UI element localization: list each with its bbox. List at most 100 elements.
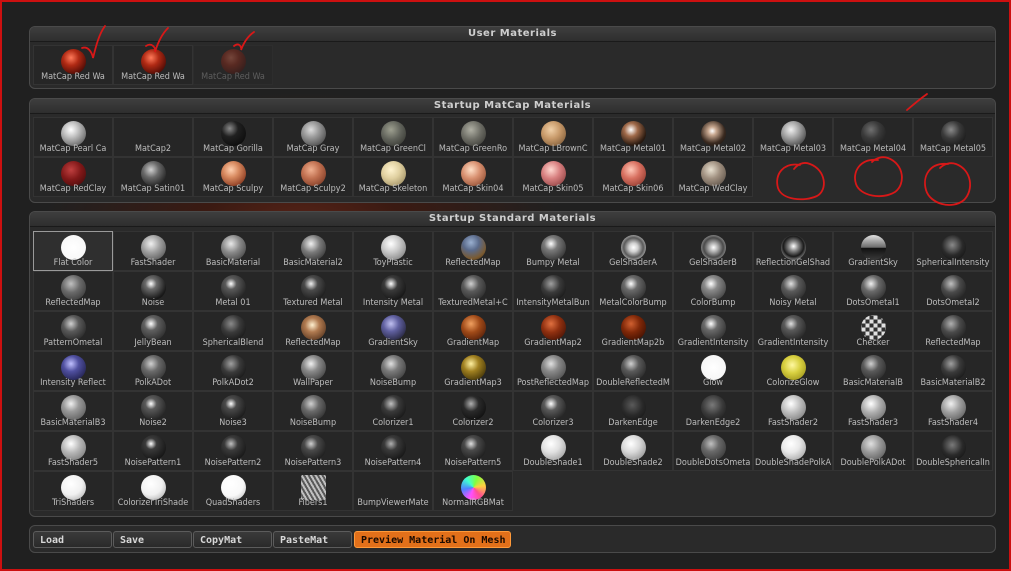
material-slot-matcap-skin05[interactable]: MatCap Skin05 xyxy=(513,157,593,197)
material-slot-quadshaders[interactable]: QuadShaders xyxy=(193,471,273,511)
material-slot-metal-01[interactable]: Metal 01 xyxy=(193,271,273,311)
material-slot-noisy-metal[interactable]: Noisy Metal xyxy=(753,271,833,311)
material-slot-jellybean[interactable]: JellyBean xyxy=(113,311,193,351)
material-slot-patternometal[interactable]: PatternOmetal xyxy=(33,311,113,351)
material-slot-gradientmap2[interactable]: GradientMap2 xyxy=(513,311,593,351)
material-slot-fibers1[interactable]: Fibers1 xyxy=(273,471,353,511)
material-slot-fastshader[interactable]: FastShader xyxy=(113,231,193,271)
material-slot-colorizer1[interactable]: Colorizer1 xyxy=(353,391,433,431)
material-slot-basicmaterial2[interactable]: BasicMaterial2 xyxy=(273,231,353,271)
material-slot-noisepattern5[interactable]: NoisePattern5 xyxy=(433,431,513,471)
material-slot-matcap-skin04[interactable]: MatCap Skin04 xyxy=(433,157,513,197)
material-slot-gradientmap2b[interactable]: GradientMap2b xyxy=(593,311,673,351)
material-slot-matcap-gray[interactable]: MatCap Gray xyxy=(273,117,353,157)
material-slot-textured-metal[interactable]: Textured Metal xyxy=(273,271,353,311)
material-slot-trishaders[interactable]: TriShaders xyxy=(33,471,113,511)
material-slot-matcap-redclay[interactable]: MatCap RedClay xyxy=(33,157,113,197)
material-slot-matcap-red-wa[interactable]: MatCap Red Wa xyxy=(113,45,193,85)
material-slot-bumpy-metal[interactable]: Bumpy Metal xyxy=(513,231,593,271)
material-slot-darkenedge[interactable]: DarkenEdge xyxy=(593,391,673,431)
material-slot-intensitymetalbun[interactable]: IntensityMetalBun xyxy=(513,271,593,311)
material-slot-noisebump[interactable]: NoiseBump xyxy=(273,391,353,431)
material-slot-dotsometal2[interactable]: DotsOmetal2 xyxy=(913,271,993,311)
material-slot-metalcolorbump[interactable]: MetalColorBump xyxy=(593,271,673,311)
material-slot-colorizer3[interactable]: Colorizer3 xyxy=(513,391,593,431)
material-slot-matcap-red-wa[interactable]: MatCap Red Wa xyxy=(193,45,273,85)
preview-material-on-mesh-button[interactable]: Preview Material On Mesh xyxy=(354,531,511,548)
material-slot-matcap-satin01[interactable]: MatCap Satin01 xyxy=(113,157,193,197)
material-slot-matcap-wedclay[interactable]: MatCap WedClay xyxy=(673,157,753,197)
material-slot-gradientsky[interactable]: GradientSky xyxy=(353,311,433,351)
material-slot-noise2[interactable]: Noise2 xyxy=(113,391,193,431)
material-slot-matcap-red-wa[interactable]: MatCap Red Wa xyxy=(33,45,113,85)
material-slot-colorizertrishade[interactable]: ColorizerTriShade xyxy=(113,471,193,511)
material-slot-fastshader4[interactable]: FastShader4 xyxy=(913,391,993,431)
material-slot-doubleshade2[interactable]: DoubleShade2 xyxy=(593,431,673,471)
material-slot-basicmaterialb3[interactable]: BasicMaterialB3 xyxy=(33,391,113,431)
material-slot-checker[interactable]: Checker xyxy=(833,311,913,351)
material-slot-noisepattern3[interactable]: NoisePattern3 xyxy=(273,431,353,471)
material-slot-doubledotsometa[interactable]: DoubleDotsOmeta xyxy=(673,431,753,471)
material-slot-doublesphericalin[interactable]: DoubleSphericalIn xyxy=(913,431,993,471)
material-slot-matcap-sculpy[interactable]: MatCap Sculpy xyxy=(193,157,273,197)
material-slot-noise[interactable]: Noise xyxy=(113,271,193,311)
material-slot-intensity-reflect[interactable]: Intensity Reflect xyxy=(33,351,113,391)
material-slot-postreflectedmap[interactable]: PostReflectedMap xyxy=(513,351,593,391)
material-slot-fastshader2[interactable]: FastShader2 xyxy=(753,391,833,431)
material-slot-fastshader5[interactable]: FastShader5 xyxy=(33,431,113,471)
material-slot-noisebump[interactable]: NoiseBump xyxy=(353,351,433,391)
material-slot-fastshader3[interactable]: FastShader3 xyxy=(833,391,913,431)
paste-material-button[interactable]: PasteMat xyxy=(273,531,352,548)
material-slot-gradientmap[interactable]: GradientMap xyxy=(433,311,513,351)
material-slot-wallpaper[interactable]: WallPaper xyxy=(273,351,353,391)
material-slot-noisepattern4[interactable]: NoisePattern4 xyxy=(353,431,433,471)
material-slot-colorizer2[interactable]: Colorizer2 xyxy=(433,391,513,431)
material-slot-doubleshadepolka[interactable]: DoubleShadePolkA xyxy=(753,431,833,471)
material-slot-polkadot2[interactable]: PolkADot2 xyxy=(193,351,273,391)
material-slot-matcap-lbrownc[interactable]: MatCap LBrownC xyxy=(513,117,593,157)
material-slot-noisepattern2[interactable]: NoisePattern2 xyxy=(193,431,273,471)
material-slot-darkenedge2[interactable]: DarkenEdge2 xyxy=(673,391,753,431)
material-slot-noisepattern1[interactable]: NoisePattern1 xyxy=(113,431,193,471)
material-slot-gelshaderb[interactable]: GelShaderB xyxy=(673,231,753,271)
material-slot-matcap-metal02[interactable]: MatCap Metal02 xyxy=(673,117,753,157)
material-slot-matcap2[interactable]: MatCap2 xyxy=(113,117,193,157)
material-slot-gradientmap3[interactable]: GradientMap3 xyxy=(433,351,513,391)
material-slot-matcap-metal01[interactable]: MatCap Metal01 xyxy=(593,117,673,157)
material-slot-polkadot[interactable]: PolkADot xyxy=(113,351,193,391)
material-slot-dotsometal1[interactable]: DotsOmetal1 xyxy=(833,271,913,311)
material-slot-matcap-pearl-ca[interactable]: MatCap Pearl Ca xyxy=(33,117,113,157)
material-slot-intensity-metal[interactable]: Intensity Metal xyxy=(353,271,433,311)
material-slot-sphericalintensity[interactable]: SphericalIntensity xyxy=(913,231,993,271)
material-slot-basicmaterialb2[interactable]: BasicMaterialB2 xyxy=(913,351,993,391)
material-slot-colorizeglow[interactable]: ColorizeGlow xyxy=(753,351,833,391)
copy-material-button[interactable]: CopyMat xyxy=(193,531,272,548)
material-slot-doublereflectedm[interactable]: DoubleReflectedM xyxy=(593,351,673,391)
material-slot-reflectedmap[interactable]: ReflectedMap xyxy=(433,231,513,271)
material-slot-reflectedmap[interactable]: ReflectedMap xyxy=(913,311,993,351)
material-slot-bumpviewermate[interactable]: BumpViewerMate xyxy=(353,471,433,511)
material-slot-normalrgbmat[interactable]: NormalRGBMat xyxy=(433,471,513,511)
material-slot-gradientintensity[interactable]: GradientIntensity xyxy=(673,311,753,351)
material-slot-noise3[interactable]: Noise3 xyxy=(193,391,273,431)
material-slot-matcap-metal05[interactable]: MatCap Metal05 xyxy=(913,117,993,157)
material-slot-reflectedmap[interactable]: ReflectedMap xyxy=(273,311,353,351)
material-slot-reflectiongelshad[interactable]: ReflectionGelShad xyxy=(753,231,833,271)
material-slot-matcap-gorilla[interactable]: MatCap Gorilla xyxy=(193,117,273,157)
material-slot-colorbump[interactable]: ColorBump xyxy=(673,271,753,311)
material-slot-matcap-metal04[interactable]: MatCap Metal04 xyxy=(833,117,913,157)
material-slot-matcap-metal03[interactable]: MatCap Metal03 xyxy=(753,117,833,157)
material-slot-reflectedmap[interactable]: ReflectedMap xyxy=(33,271,113,311)
material-slot-doubleshade1[interactable]: DoubleShade1 xyxy=(513,431,593,471)
material-slot-gelshadera[interactable]: GelShaderA xyxy=(593,231,673,271)
load-button[interactable]: Load xyxy=(33,531,112,548)
material-slot-gradientintensity[interactable]: GradientIntensity xyxy=(753,311,833,351)
material-slot-basicmaterialb[interactable]: BasicMaterialB xyxy=(833,351,913,391)
material-slot-basicmaterial[interactable]: BasicMaterial xyxy=(193,231,273,271)
material-slot-doublepolkadot[interactable]: DoublePolkADot xyxy=(833,431,913,471)
material-slot-flat-color[interactable]: Flat Color xyxy=(33,231,113,271)
material-slot-matcap-greenro[interactable]: MatCap GreenRo xyxy=(433,117,513,157)
material-slot-gradientsky[interactable]: GradientSky xyxy=(833,231,913,271)
material-slot-matcap-sculpy2[interactable]: MatCap Sculpy2 xyxy=(273,157,353,197)
material-slot-glow[interactable]: Glow xyxy=(673,351,753,391)
